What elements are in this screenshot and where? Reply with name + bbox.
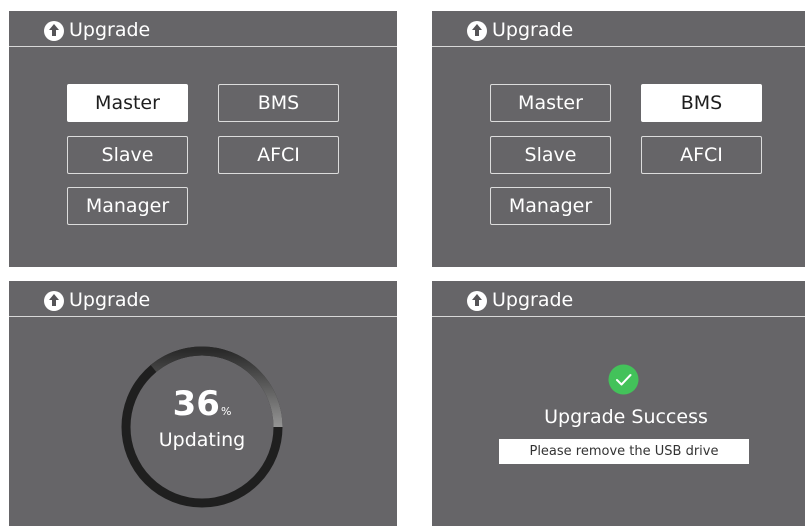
progress-unit: % [220,405,232,418]
upload-arrow-icon [44,291,64,311]
slave-button[interactable]: Slave [490,136,611,174]
bms-button[interactable]: BMS [641,84,762,122]
progress-percent: 36% [119,386,285,422]
master-button[interactable]: Master [67,84,188,122]
upgrade-screen-progress: Upgrade 36% Updating [9,281,397,526]
header-title: Upgrade [492,289,574,311]
header-title: Upgrade [69,19,151,41]
progress-label: Updating [158,429,246,451]
header-title: Upgrade [492,19,574,41]
progress-value: 36 [172,384,220,424]
screen-header: Upgrade [9,11,397,47]
upload-arrow-icon [44,21,64,41]
header-title: Upgrade [69,289,151,311]
upgrade-screen-master: Upgrade Master BMS Slave AFCI Manager [9,11,397,267]
upgrade-screen-bms: Upgrade Master BMS Slave AFCI Manager [432,11,805,267]
bms-button[interactable]: BMS [218,84,339,122]
check-circle-icon [608,364,639,395]
screen-header: Upgrade [9,281,397,317]
manager-button[interactable]: Manager [67,187,188,225]
manager-button[interactable]: Manager [490,187,611,225]
upgrade-screen-success: Upgrade Upgrade Success Please remove th… [432,281,805,526]
afci-button[interactable]: AFCI [218,136,339,174]
upload-arrow-icon [467,21,487,41]
afci-button[interactable]: AFCI [641,136,762,174]
slave-button[interactable]: Slave [67,136,188,174]
progress-ring: 36% Updating [119,344,285,510]
screen-header: Upgrade [432,281,805,317]
master-button[interactable]: Master [490,84,611,122]
upload-arrow-icon [467,291,487,311]
screen-header: Upgrade [432,11,805,47]
remove-usb-message: Please remove the USB drive [499,439,749,464]
success-title: Upgrade Success [544,406,708,428]
